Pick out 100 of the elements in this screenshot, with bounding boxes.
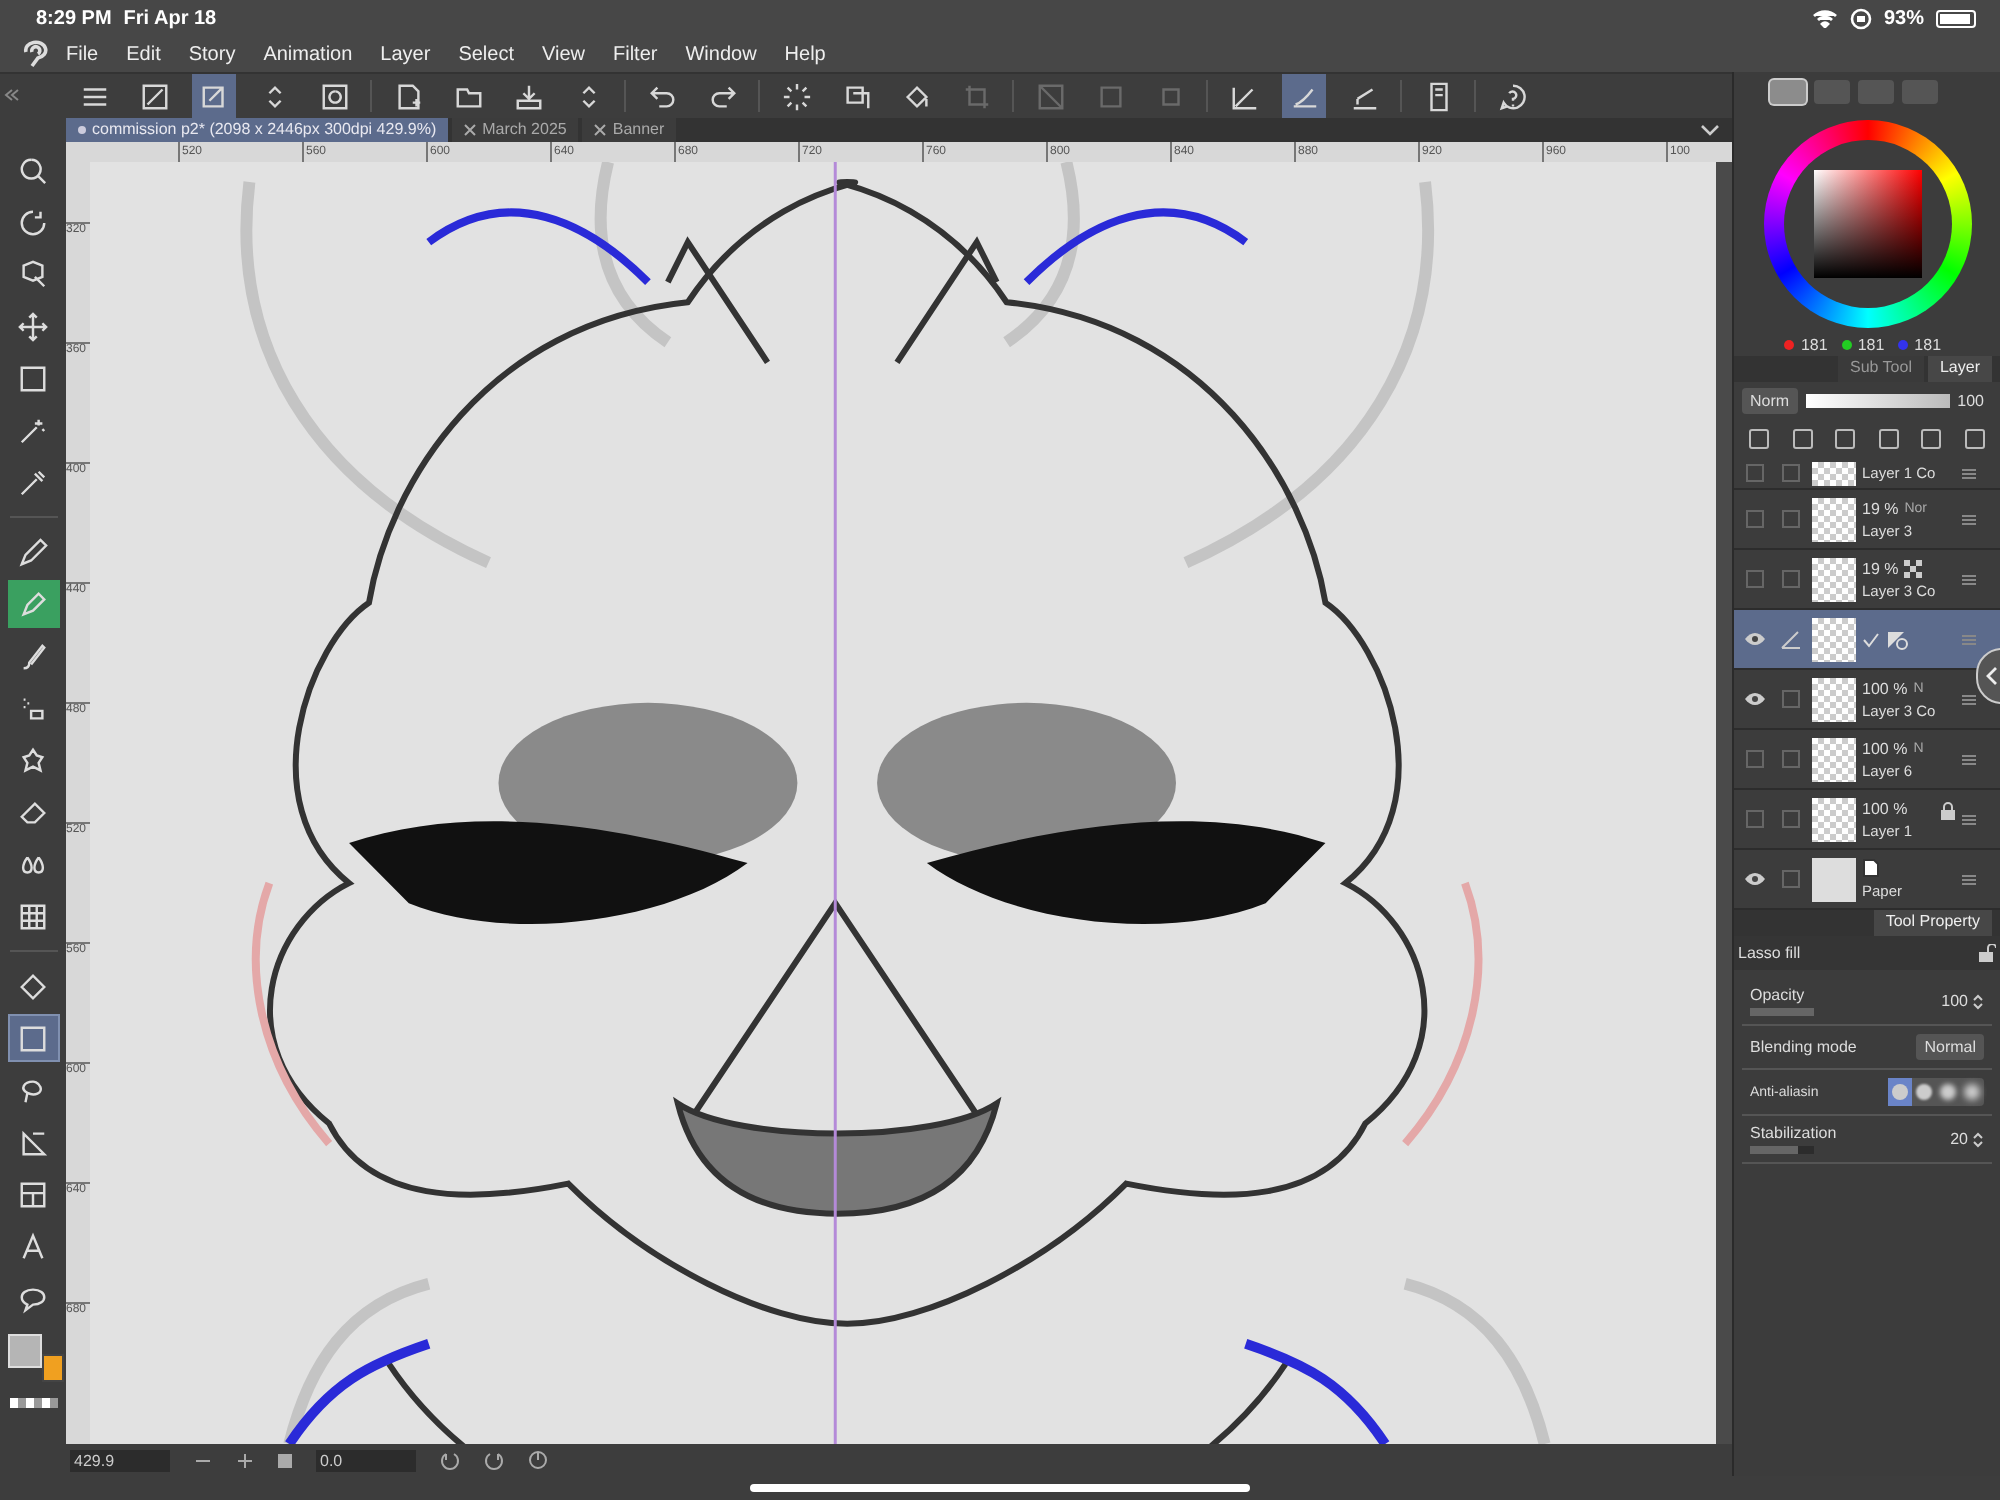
visibility-checkbox[interactable]	[1746, 570, 1764, 588]
document-tab[interactable]: commission p2* (2098 x 2446px 300dpi 429.9%)	[66, 118, 449, 142]
visibility-checkbox[interactable]	[1746, 510, 1764, 528]
dot-icon	[78, 126, 86, 134]
edit-checkbox[interactable]	[1782, 570, 1800, 588]
channel-value[interactable]: 181	[1857, 336, 1885, 354]
opacity-track[interactable]	[1750, 1008, 1814, 1016]
frame-icon	[18, 1179, 48, 1209]
transparent-color-swatch[interactable]	[9, 1398, 57, 1408]
tool-name: Lasso fill	[1738, 944, 1801, 962]
new-document-icon	[393, 81, 423, 111]
visibility-checkbox[interactable]	[1746, 464, 1764, 482]
stabilization-value[interactable]: 20	[1950, 1130, 1968, 1148]
anti-aliasing-selector[interactable]	[1888, 1078, 1984, 1106]
chevron-down-icon[interactable]	[1700, 122, 1720, 138]
layer-thumbnail	[1812, 797, 1856, 841]
fill-bucket-icon	[901, 81, 931, 111]
rotate-right-icon[interactable]	[484, 1450, 504, 1470]
opacity-slider[interactable]	[1805, 394, 1950, 408]
eye-icon[interactable]	[1744, 872, 1766, 886]
close-icon[interactable]	[594, 124, 607, 136]
channel-value[interactable]: 181	[1800, 336, 1828, 354]
document-tab[interactable]: Banner	[582, 118, 677, 142]
eraser-icon	[18, 797, 48, 827]
layer-move-button[interactable]	[192, 74, 236, 118]
menu-item[interactable]: Select	[444, 43, 528, 65]
visibility-checkbox[interactable]	[1746, 810, 1764, 828]
menu-item[interactable]: Edit	[112, 43, 175, 65]
close-icon[interactable]	[464, 124, 477, 136]
opacity-value[interactable]: 100	[1941, 992, 1968, 1010]
text-icon	[18, 1231, 48, 1261]
collapse-icon[interactable]	[4, 88, 20, 102]
line-correction-button[interactable]	[1282, 74, 1326, 118]
layer-opacity: 19 %	[1862, 499, 1899, 517]
menu-item[interactable]: Animation	[249, 43, 367, 65]
drag-handle-icon[interactable]	[1962, 693, 1976, 705]
edit-checkbox[interactable]	[1782, 464, 1800, 482]
stepper-icon[interactable]	[1972, 991, 1984, 1011]
reset-icon[interactable]	[528, 1450, 548, 1470]
main-color-swatch[interactable]	[7, 1334, 41, 1368]
fit-icon[interactable]	[278, 1453, 292, 1467]
balloon-icon	[18, 1283, 48, 1313]
redo-icon	[707, 81, 737, 111]
blend-mode-dropdown[interactable]: Norm	[1742, 388, 1798, 414]
visibility-checkbox[interactable]	[1746, 750, 1764, 768]
eye-icon[interactable]	[1744, 692, 1766, 706]
save-icon	[513, 81, 543, 111]
drag-handle-icon[interactable]	[1962, 813, 1976, 825]
edit-checkbox[interactable]	[1782, 750, 1800, 768]
saturation-square[interactable]	[1813, 170, 1921, 278]
channel-dot-icon	[1898, 340, 1909, 350]
layer-opacity: 100 %	[1862, 739, 1908, 757]
drag-handle-icon[interactable]	[1962, 573, 1976, 585]
battery-percent: 93%	[1883, 7, 1924, 29]
menu-item[interactable]: Story	[174, 43, 250, 65]
stabilization-track[interactable]	[1750, 1146, 1814, 1154]
menu-item[interactable]: Help	[770, 43, 840, 65]
menu-item[interactable]: File	[52, 43, 113, 65]
unlock-icon[interactable]	[1978, 944, 1996, 962]
drag-handle-icon[interactable]	[1962, 873, 1976, 885]
property-label: Stabilization	[1750, 1124, 1837, 1142]
rotate-left-icon[interactable]	[440, 1450, 460, 1470]
pen-icon	[18, 537, 48, 567]
drag-handle-icon[interactable]	[1962, 467, 1976, 479]
document-tab[interactable]: March 2025	[452, 118, 579, 142]
menu-item[interactable]: View	[527, 43, 599, 65]
stepper-icon[interactable]	[1972, 1129, 1984, 1149]
menu-item[interactable]: Filter	[598, 43, 672, 65]
drag-handle-icon[interactable]	[1962, 753, 1976, 765]
panel-tab[interactable]: Tool Property	[1873, 910, 1992, 936]
eyedropper-icon	[18, 467, 48, 497]
object-select-icon	[18, 259, 48, 289]
edit-checkbox[interactable]	[1782, 690, 1800, 708]
crop-icon	[961, 81, 991, 111]
panel-tab[interactable]: Layer	[1927, 356, 1992, 382]
edit-checkbox[interactable]	[1782, 510, 1800, 528]
drag-handle-icon[interactable]	[1962, 513, 1976, 525]
menu-item[interactable]: Layer	[366, 43, 445, 65]
blending-mode-dropdown[interactable]: Normal	[1916, 1034, 1984, 1060]
panel-tab[interactable]: Sub Tool	[1837, 356, 1924, 382]
target-icon	[319, 81, 349, 111]
channel-value[interactable]: 181	[1914, 336, 1942, 354]
move-icon	[18, 311, 48, 341]
edit-checkbox[interactable]	[1782, 810, 1800, 828]
layer-row[interactable]	[1734, 610, 2000, 670]
zoom-field[interactable]: 429.9	[70, 1449, 170, 1471]
pen-icon[interactable]	[1780, 628, 1802, 650]
edit-checkbox[interactable]	[1782, 870, 1800, 888]
menu-item[interactable]: Window	[671, 43, 771, 65]
status-date: Fri Apr 18	[123, 7, 217, 29]
zoom-in-icon[interactable]	[236, 1451, 254, 1469]
drag-handle-icon[interactable]	[1962, 633, 1976, 645]
undo-icon	[647, 81, 677, 111]
rotation-field[interactable]: 0.0	[316, 1449, 416, 1471]
app-logo-icon[interactable]	[20, 40, 52, 68]
sub-color-swatch[interactable]	[41, 1354, 63, 1382]
eye-icon[interactable]	[1744, 632, 1766, 646]
layer-opacity-value[interactable]: 100	[1957, 392, 1984, 410]
layer-stack-icon	[841, 81, 871, 111]
grid-icon	[18, 901, 48, 931]
